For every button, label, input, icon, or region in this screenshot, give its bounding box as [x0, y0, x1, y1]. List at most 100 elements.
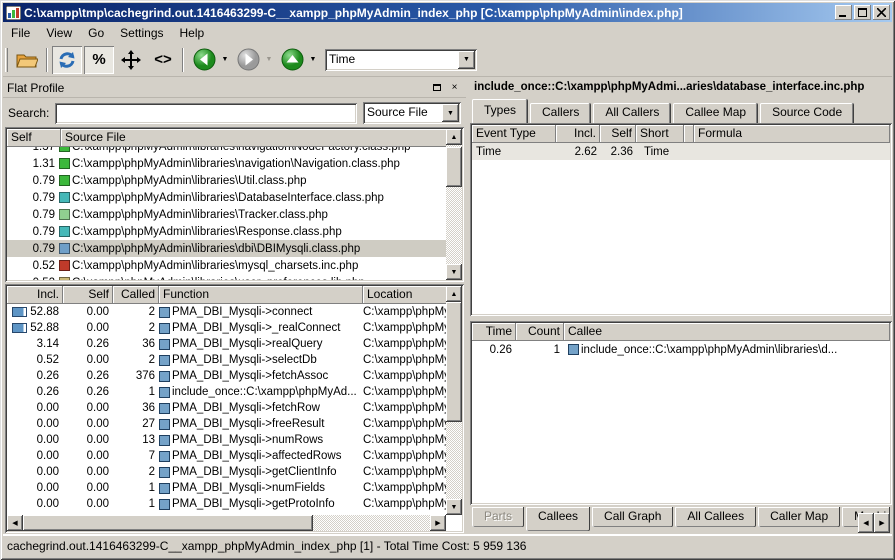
location-cell: C:\xampp\phpMy... — [363, 450, 446, 462]
source-table-vscrollbar[interactable]: ▲ ▼ — [446, 129, 462, 280]
column-header-blank[interactable] — [684, 125, 694, 143]
table-row[interactable]: 0.52C:\xampp\phpMyAdmin\libraries\mysql_… — [7, 257, 446, 274]
back-dropdown-arrow[interactable]: ▼ — [220, 46, 230, 74]
tab-all-callers[interactable]: All Callers — [593, 103, 671, 123]
minimize-button[interactable] — [835, 5, 852, 20]
table-row[interactable]: 0.000.001PMA_DBI_Mysqli->getProtoInfoC:\… — [7, 496, 446, 512]
table-row[interactable]: 0.79C:\xampp\phpMyAdmin\libraries\Tracke… — [7, 206, 446, 223]
scroll-up-icon[interactable]: ▲ — [446, 129, 462, 145]
tab-callee-map[interactable]: Callee Map — [673, 103, 758, 123]
tab-parts[interactable]: Parts — [472, 507, 524, 527]
column-header-self[interactable]: Self — [7, 129, 61, 147]
scroll-right-icon[interactable]: ▶ — [430, 515, 446, 531]
search-input[interactable] — [55, 103, 357, 124]
column-header-called[interactable]: Called — [113, 286, 159, 304]
function-icon — [159, 403, 170, 414]
dock-float-button[interactable] — [429, 81, 444, 95]
tab-scroll-right-icon[interactable]: ▶ — [874, 513, 890, 533]
menu-help[interactable]: Help — [172, 24, 213, 42]
group-by-select[interactable]: Source File ▼ — [363, 102, 461, 124]
column-header-time[interactable]: Time — [472, 323, 516, 341]
tab-source-code[interactable]: Source Code — [760, 103, 854, 123]
combo-dropdown-icon[interactable]: ▼ — [458, 51, 475, 69]
cycle-detection-button[interactable] — [52, 46, 82, 74]
table-row[interactable]: 0.260.261include_once::C:\xampp\phpMyAd.… — [7, 384, 446, 400]
table-row[interactable]: 52.880.002PMA_DBI_Mysqli->_realConnectC:… — [7, 320, 446, 336]
table-row[interactable]: 0.520.002PMA_DBI_Mysqli->selectDbC:\xamp… — [7, 352, 446, 368]
table-row[interactable]: 0.79C:\xampp\phpMyAdmin\libraries\Util.c… — [7, 172, 446, 189]
scroll-down-icon[interactable]: ▼ — [446, 264, 462, 280]
table-row[interactable]: 0.79C:\xampp\phpMyAdmin\libraries\Databa… — [7, 189, 446, 206]
tab-call-graph[interactable]: Call Graph — [592, 507, 673, 527]
column-header-self[interactable]: Self — [63, 286, 113, 304]
search-label: Search: — [8, 106, 49, 120]
column-header-callee[interactable]: Callee — [564, 323, 890, 341]
tab-caller-map[interactable]: Caller Map — [758, 507, 840, 527]
title-bar[interactable]: C:\xampp\tmp\cachegrind.out.1416463299-C… — [3, 3, 892, 22]
table-row[interactable]: 0.000.007PMA_DBI_Mysqli->affectedRowsC:\… — [7, 448, 446, 464]
column-header-formula[interactable]: Formula — [694, 125, 890, 143]
close-button[interactable] — [873, 5, 890, 20]
column-header-source-file[interactable]: Source File — [61, 129, 462, 147]
column-header-self[interactable]: Self — [600, 125, 636, 143]
scroll-down-icon[interactable]: ▼ — [446, 499, 462, 515]
scroll-thumb[interactable] — [446, 147, 462, 187]
column-header-count[interactable]: Count — [516, 323, 564, 341]
table-row[interactable]: 0.000.002PMA_DBI_Mysqli->getClientInfoC:… — [7, 464, 446, 480]
called-cell: 2 — [113, 306, 159, 318]
dock-title-bar[interactable]: Flat Profile × — [3, 78, 466, 98]
table-row[interactable]: 0.79C:\xampp\phpMyAdmin\libraries\dbi\DB… — [7, 240, 446, 257]
table-row[interactable]: 1.31C:\xampp\phpMyAdmin\libraries\naviga… — [7, 155, 446, 172]
open-file-button[interactable] — [12, 46, 42, 74]
tab-callees[interactable]: Callees — [526, 507, 590, 531]
tab-types[interactable]: Types — [472, 99, 528, 123]
dock-close-button[interactable]: × — [447, 81, 462, 95]
back-button[interactable] — [189, 46, 219, 74]
tab-callers[interactable]: Callers — [530, 103, 591, 123]
table-row[interactable]: Time 2.62 2.36 Time — [472, 143, 890, 160]
function-icon — [159, 483, 170, 494]
incl-cell: 0.00 — [7, 434, 63, 446]
column-header-short[interactable]: Short — [636, 125, 684, 143]
column-header-incl[interactable]: Incl. — [7, 286, 63, 304]
menu-file[interactable]: File — [3, 24, 38, 42]
combo-dropdown-icon[interactable]: ▼ — [442, 104, 459, 122]
table-row[interactable]: 0.260.26376PMA_DBI_Mysqli->fetchAssocC:\… — [7, 368, 446, 384]
move-button[interactable] — [116, 46, 146, 74]
forward-button[interactable] — [233, 46, 263, 74]
scroll-thumb[interactable] — [446, 302, 462, 422]
forward-dropdown-arrow[interactable]: ▼ — [264, 46, 274, 74]
scroll-left-icon[interactable]: ◀ — [7, 515, 23, 531]
function-table-hscrollbar[interactable]: ◀ ▶ — [7, 515, 446, 531]
column-header-event-type[interactable]: Event Type — [472, 125, 556, 143]
table-row[interactable]: 0.79C:\xampp\phpMyAdmin\libraries\Respon… — [7, 223, 446, 240]
table-row[interactable]: 0.26 1 include_once::C:\xampp\phpMyAdmin… — [472, 341, 890, 358]
expand-shorten-button[interactable]: <> — [148, 46, 178, 74]
tab-scroll-left-icon[interactable]: ◀ — [858, 513, 874, 533]
column-header-function[interactable]: Function — [159, 286, 363, 304]
self-cell: 0.79 — [7, 226, 59, 238]
toolbar-grip[interactable] — [5, 48, 8, 72]
table-row[interactable]: 3.140.2636PMA_DBI_Mysqli->realQueryC:\xa… — [7, 336, 446, 352]
self-cell: 0.00 — [63, 306, 113, 318]
tab-all-callees[interactable]: All Callees — [675, 507, 756, 527]
menu-settings[interactable]: Settings — [112, 24, 171, 42]
function-table-vscrollbar[interactable]: ▲ ▼ — [446, 286, 462, 515]
table-row[interactable]: 0.000.0013PMA_DBI_Mysqli->numRowsC:\xamp… — [7, 432, 446, 448]
up-button[interactable] — [277, 46, 307, 74]
relative-cost-button[interactable]: % — [84, 46, 114, 74]
table-row[interactable]: 0.000.0027PMA_DBI_Mysqli->freeResultC:\x… — [7, 416, 446, 432]
table-row[interactable]: 0.52C:\xampp\phpMyAdmin\libraries\user_p… — [7, 274, 446, 280]
column-header-incl[interactable]: Incl. — [556, 125, 600, 143]
scroll-thumb[interactable] — [23, 515, 313, 531]
up-dropdown-arrow[interactable]: ▼ — [308, 46, 318, 74]
scroll-up-icon[interactable]: ▲ — [446, 286, 462, 302]
menu-view[interactable]: View — [38, 24, 80, 42]
event-type-select[interactable]: Time ▼ — [325, 49, 477, 71]
table-row[interactable]: 52.880.002PMA_DBI_Mysqli->connectC:\xamp… — [7, 304, 446, 320]
table-row[interactable]: 0.000.0036PMA_DBI_Mysqli->fetchRowC:\xam… — [7, 400, 446, 416]
table-row[interactable]: 1.37C:\xampp\phpMyAdmin\libraries\naviga… — [7, 147, 446, 155]
maximize-button[interactable] — [854, 5, 871, 20]
menu-go[interactable]: Go — [80, 24, 112, 42]
table-row[interactable]: 0.000.001PMA_DBI_Mysqli->numFieldsC:\xam… — [7, 480, 446, 496]
